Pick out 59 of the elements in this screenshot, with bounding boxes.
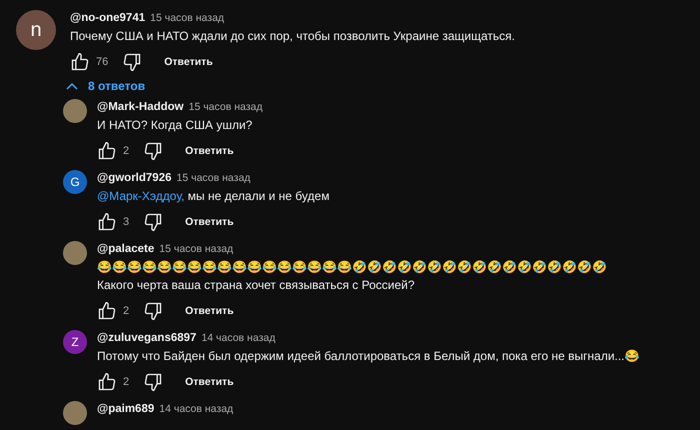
dislike-button[interactable] <box>122 52 142 72</box>
comment-text: @Марк-Хэддоу, мы не делали и не будем <box>97 188 330 205</box>
reply-button[interactable]: Ответить <box>185 212 234 232</box>
like-count: 2 <box>123 305 130 317</box>
like-count: 3 <box>123 216 130 228</box>
thumbs-down-icon <box>122 52 142 72</box>
comment-text: 😂😂😂😂😂😂😂😂😂😂😂😂😂😂😂😂😂🤣🤣🤣🤣🤣🤣🤣🤣🤣🤣🤣🤣🤣🤣🤣🤣🤣 Какого черта ваша страна хочет связываться с Россией? <box>97 259 607 294</box>
comment-author[interactable]: @Mark-Haddow <box>97 101 184 113</box>
like-button[interactable] <box>70 52 90 72</box>
avatar-photo-placeholder[interactable] <box>63 401 87 425</box>
replies-toggle[interactable]: 8 ответов <box>66 79 146 93</box>
avatar-letter: Z <box>71 335 79 349</box>
reply-button[interactable]: Ответить <box>185 301 234 321</box>
comment-time[interactable]: 14 часов назад <box>201 332 276 344</box>
comment-author[interactable]: @paim689 <box>97 403 154 415</box>
comment-text: Потому что Байден был одержим идеей баллотироваться в Белый дом, пока его не выгнали...😂 <box>97 348 640 365</box>
dislike-button[interactable] <box>143 141 164 161</box>
comment-time[interactable]: 15 часов назад <box>150 12 224 24</box>
avatar[interactable]: n <box>16 10 56 50</box>
avatar-photo-placeholder[interactable] <box>63 241 87 265</box>
reply-button[interactable]: Ответить <box>185 372 234 392</box>
chevron-up-icon <box>66 82 78 90</box>
dislike-button[interactable] <box>143 301 164 321</box>
comment-author[interactable]: @gworld7926 <box>97 172 172 184</box>
like-button[interactable] <box>97 372 117 392</box>
avatar-letter: G <box>70 175 80 189</box>
comment-author[interactable]: @zuluvegans6897 <box>97 332 196 344</box>
comment-text: Почему США и НАТО ждали до сих пор, чтобы позволить Украине защищаться. <box>70 28 515 45</box>
dislike-button[interactable] <box>143 212 164 232</box>
thumbs-up-icon <box>70 52 90 72</box>
like-button[interactable] <box>97 141 117 161</box>
comment-text: И НАТО? Когда США ушли? <box>97 117 254 134</box>
like-button[interactable] <box>97 212 117 232</box>
like-button[interactable] <box>97 301 117 321</box>
avatar[interactable]: G <box>63 170 87 194</box>
thumbs-up-icon <box>97 301 117 321</box>
thumbs-down-icon <box>143 141 164 161</box>
thumbs-down-icon <box>143 372 164 392</box>
avatar[interactable]: Z <box>63 330 87 354</box>
like-count: 76 <box>96 56 108 68</box>
thumbs-up-icon <box>97 372 117 392</box>
comment-time[interactable]: 15 часов назад <box>176 172 250 184</box>
comment-author[interactable]: @palacete <box>97 243 154 255</box>
avatar-letter: n <box>30 18 42 42</box>
avatar-photo-placeholder[interactable] <box>63 99 87 123</box>
comment-time[interactable]: 15 часов назад <box>188 101 263 113</box>
dislike-button[interactable] <box>143 372 164 392</box>
thumbs-up-icon <box>97 141 117 161</box>
like-count: 2 <box>123 376 130 388</box>
comment-time[interactable]: 14 часов назад <box>159 403 234 415</box>
comment-time[interactable]: 15 часов назад <box>159 243 234 255</box>
thumbs-up-icon <box>97 212 117 232</box>
thumbs-down-icon <box>143 212 164 232</box>
comment-author[interactable]: @no-one9741 <box>70 12 146 24</box>
reply-button[interactable]: Ответить <box>185 141 234 161</box>
mention-link[interactable]: @Марк-Хэддоу, <box>97 189 184 203</box>
like-count: 2 <box>123 145 130 157</box>
reply-button[interactable]: Ответить <box>164 52 213 72</box>
thumbs-down-icon <box>143 301 164 321</box>
